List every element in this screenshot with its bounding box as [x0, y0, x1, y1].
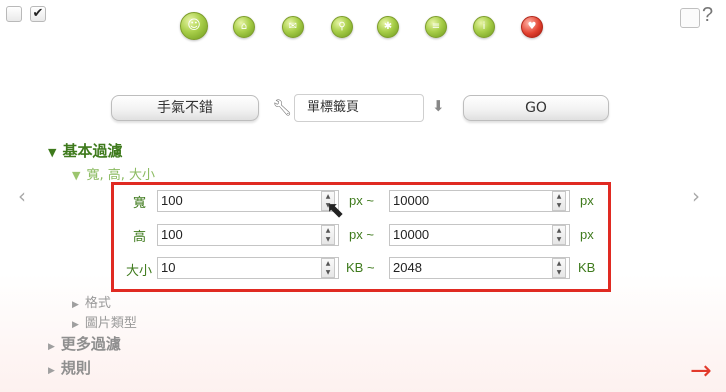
collapsed-triangle-icon: ▶ — [72, 300, 79, 310]
size-unit-max: KB — [578, 260, 596, 275]
home-icon[interactable]: ⌂ — [233, 16, 255, 38]
collapsed-triangle-icon: ▶ — [48, 366, 55, 376]
width-min-input[interactable]: 100 — [157, 190, 339, 212]
tree-more-filters[interactable]: ▶ 更多過濾 — [48, 333, 121, 354]
heart-icon[interactable]: ♥ — [521, 16, 543, 38]
height-unit-min: px ~ — [349, 227, 374, 242]
help-icon[interactable]: ? — [702, 4, 713, 27]
list-icon[interactable]: ≡ — [425, 16, 447, 38]
expanded-triangle-icon: ▼ — [48, 146, 57, 159]
tree-size-section[interactable]: ▼ 寬, 高, 大小 — [72, 164, 155, 183]
go-button[interactable]: GO — [463, 95, 609, 121]
size-label: 大小 — [125, 264, 152, 279]
tree-image-type[interactable]: ▶ 圖片類型 — [72, 312, 137, 331]
prev-arrow[interactable]: ‹ — [18, 184, 26, 208]
height-label: 高 — [132, 230, 146, 245]
size-unit-min: KB ~ — [346, 260, 375, 275]
size-min-stepper[interactable]: ▲ ▼ — [321, 258, 335, 278]
info-icon[interactable]: i — [473, 16, 495, 38]
width-label: 寬 — [132, 196, 146, 211]
tree-basic-filter[interactable]: ▼ 基本過濾 — [48, 140, 122, 161]
smiley-icon[interactable]: ☺ — [180, 12, 208, 40]
mail-icon[interactable]: ✉ — [282, 16, 304, 38]
next-arrow[interactable]: › — [692, 184, 700, 208]
mouse-cursor-icon: ⬉ — [326, 198, 345, 223]
next-page-arrow-icon[interactable]: → — [690, 356, 712, 386]
tree-rules[interactable]: ▶ 規則 — [48, 357, 91, 378]
width-max-input[interactable]: 10000 — [389, 190, 570, 212]
tree-format[interactable]: ▶ 格式 — [72, 292, 111, 311]
search-icon[interactable]: ⚲ — [331, 16, 353, 38]
collapsed-triangle-icon: ▶ — [48, 342, 55, 352]
height-max-input[interactable]: 10000 — [389, 224, 570, 246]
width-unit-min: px ~ — [349, 193, 374, 208]
tab-mode-field[interactable]: 單標籤頁 — [294, 94, 424, 122]
top-right-checkbox[interactable] — [680, 8, 700, 28]
height-unit-max: px — [580, 227, 594, 242]
size-max-input[interactable]: 2048 — [389, 257, 570, 279]
checked-checkbox[interactable]: ✔ — [30, 6, 46, 22]
height-min-stepper[interactable]: ▲ ▼ — [321, 225, 335, 245]
gear-icon[interactable]: ✱ — [377, 16, 399, 38]
width-max-stepper[interactable]: ▲ ▼ — [552, 191, 566, 211]
feeling-lucky-button[interactable]: 手氣不錯 — [111, 95, 259, 121]
collapsed-triangle-icon: ▶ — [72, 320, 79, 330]
height-max-stepper[interactable]: ▲ ▼ — [552, 225, 566, 245]
wrench-icon[interactable]: 🔧︎ — [272, 98, 292, 117]
width-unit-max: px — [580, 193, 594, 208]
unchecked-checkbox[interactable] — [6, 6, 22, 22]
size-min-input[interactable]: 10 — [157, 257, 339, 279]
size-max-stepper[interactable]: ▲ ▼ — [552, 258, 566, 278]
height-min-input[interactable]: 100 — [157, 224, 339, 246]
expanded-triangle-icon: ▼ — [72, 169, 81, 182]
down-arrow-icon: ⬇ — [432, 97, 445, 115]
